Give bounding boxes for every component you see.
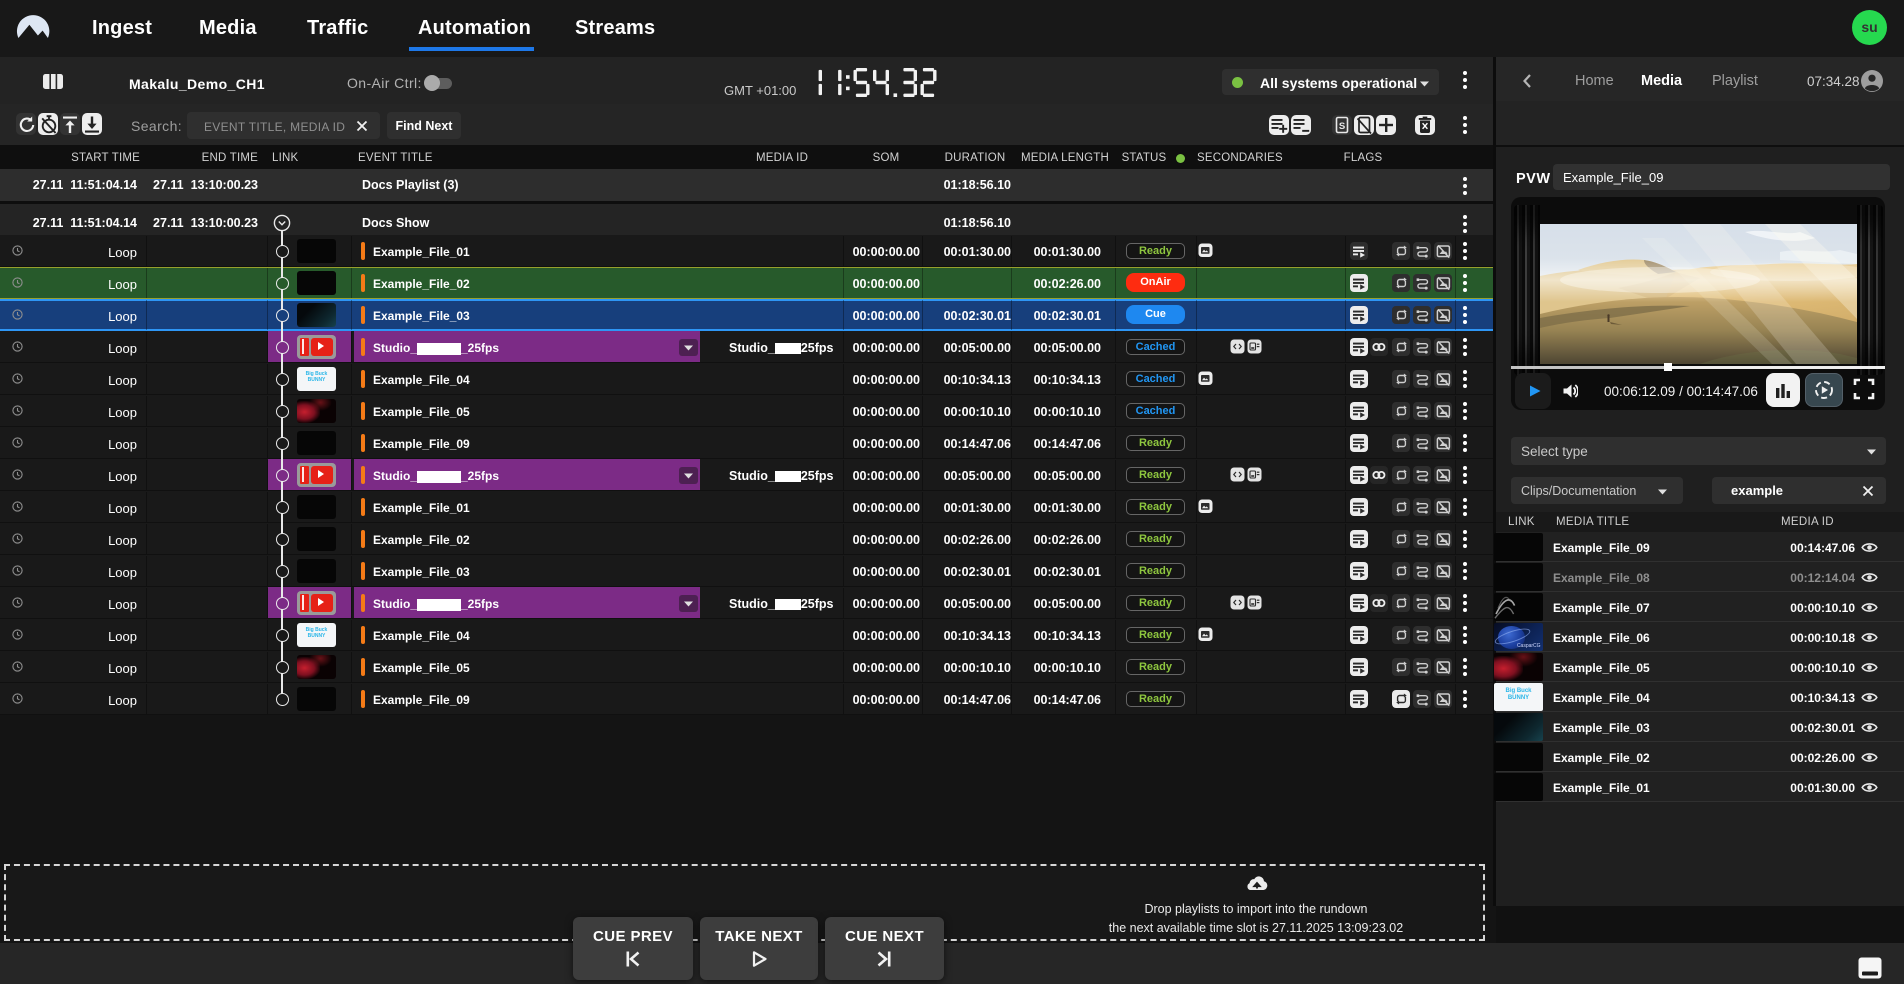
svg-text:S: S	[1339, 121, 1345, 132]
